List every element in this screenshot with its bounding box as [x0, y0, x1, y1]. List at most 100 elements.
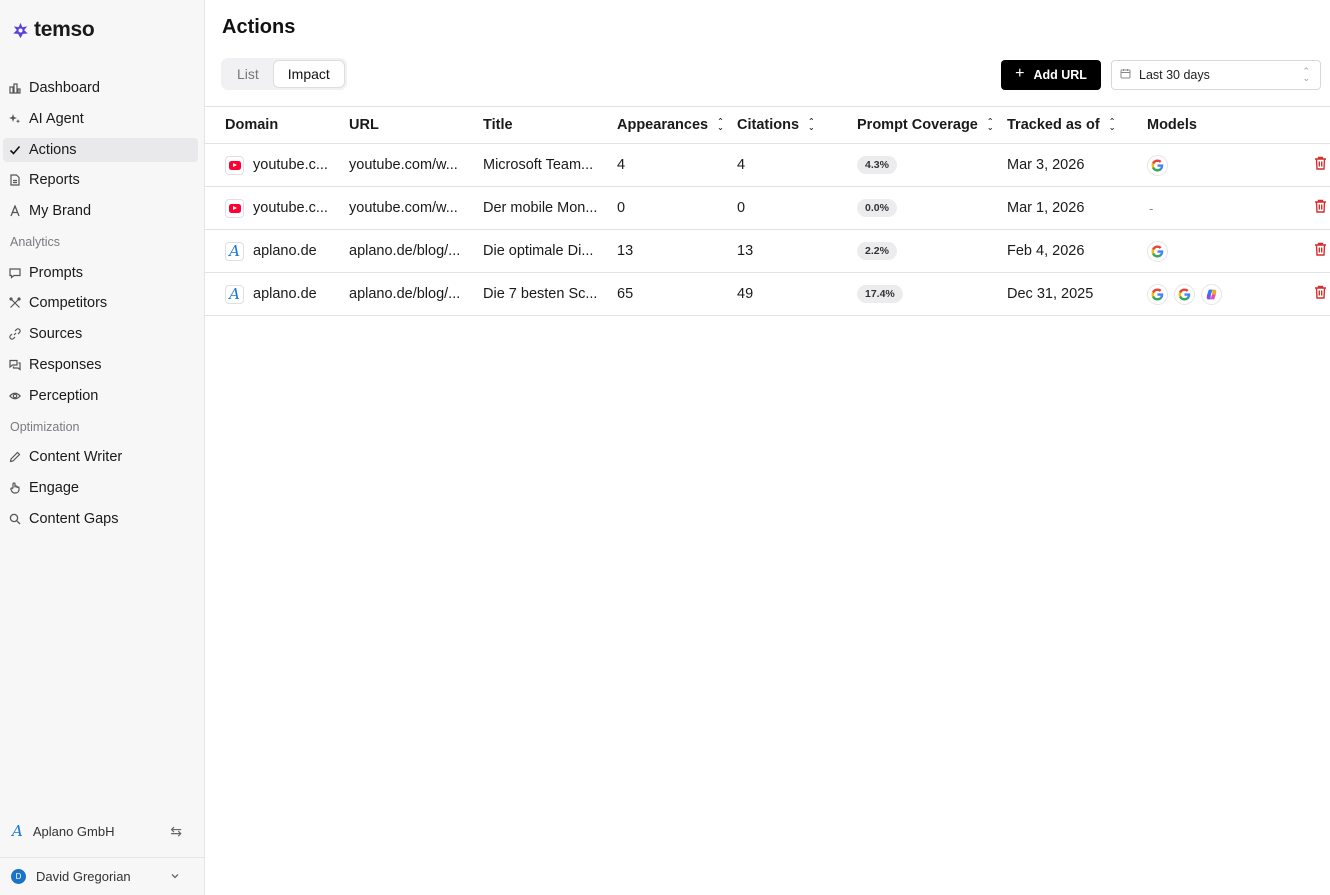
- brand-name: temso: [34, 18, 95, 41]
- column-header-citations[interactable]: Citations ⌃ ⌄: [737, 117, 857, 133]
- url-link[interactable]: youtube.com/w...: [349, 157, 458, 173]
- coverage-cell: 0.0%: [857, 199, 1007, 217]
- column-header-label: Tracked as of: [1007, 117, 1100, 133]
- tracked-cell: Dec 31, 2025: [1007, 286, 1094, 302]
- citations-cell: 0: [737, 200, 746, 216]
- sidebar-item-label: Reports: [29, 172, 80, 189]
- models-cell: [1147, 283, 1277, 305]
- trash-icon[interactable]: [1314, 285, 1327, 303]
- organization-name: Aplano GmbH: [32, 823, 115, 839]
- user-name: David Gregorian: [36, 869, 131, 884]
- sidebar-item-competitors[interactable]: Competitors: [3, 291, 198, 315]
- column-header-appearances[interactable]: Appearances ⌃ ⌄: [617, 117, 737, 133]
- actions-cell: [1277, 242, 1327, 260]
- column-header-tracked[interactable]: Tracked as of ⌃ ⌄: [1007, 117, 1147, 133]
- table-header-row: Domain URL Title Appearances ⌃ ⌄ Citation…: [205, 107, 1330, 144]
- coverage-badge: 17.4%: [857, 285, 903, 303]
- url-link[interactable]: youtube.com/w...: [349, 200, 458, 216]
- url-cell[interactable]: aplano.de/blog/...: [349, 286, 483, 302]
- add-url-button[interactable]: + Add URL: [1001, 60, 1101, 90]
- column-header-domain: Domain: [225, 117, 279, 133]
- sidebar-item-label: Responses: [29, 356, 102, 373]
- trash-icon[interactable]: [1314, 199, 1327, 217]
- date-range-select[interactable]: Last 30 days ⌃ ⌄: [1111, 60, 1321, 90]
- brand-logo[interactable]: temso: [12, 18, 95, 42]
- eye-icon: [9, 390, 21, 402]
- models-cell: -: [1147, 201, 1277, 216]
- avatar: D: [11, 869, 26, 884]
- title-cell: Der mobile Mon...: [483, 200, 617, 216]
- table-row[interactable]: youtube.c... youtube.com/w... Der mobile…: [205, 187, 1330, 230]
- date-range-value: Last 30 days: [1139, 68, 1210, 82]
- url-cell[interactable]: youtube.com/w...: [349, 157, 483, 173]
- appearances-cell: 4: [617, 157, 626, 173]
- sort-icon[interactable]: ⌃ ⌄: [717, 118, 724, 132]
- url-cell[interactable]: aplano.de/blog/...: [349, 243, 483, 259]
- sort-icon[interactable]: ⌃ ⌄: [987, 118, 994, 132]
- sidebar-item-dashboard[interactable]: Dashboard: [3, 76, 198, 100]
- plus-icon: +: [1015, 65, 1025, 82]
- organization-switcher[interactable]: A Aplano GmbH ⇆: [0, 812, 204, 850]
- table-row[interactable]: youtube.c... youtube.com/w... Microsoft …: [205, 144, 1330, 187]
- sidebar-item-label: Competitors: [29, 295, 108, 312]
- user-menu[interactable]: D David Gregorian: [0, 857, 204, 895]
- youtube-icon: [225, 155, 244, 175]
- sidebar-item-engage[interactable]: Engage: [3, 476, 198, 500]
- sidebar-item-sources[interactable]: Sources: [3, 322, 198, 346]
- sidebar-item-my-brand[interactable]: My Brand: [3, 199, 198, 223]
- sidebar-item-prompts[interactable]: Prompts: [3, 261, 198, 285]
- sidebar-item-label: Dashboard: [29, 80, 100, 96]
- actions-cell: [1277, 156, 1327, 174]
- actions-cell: [1277, 285, 1327, 303]
- models-cell: [1147, 154, 1277, 176]
- coverage-cell: 17.4%: [857, 285, 1007, 303]
- url-link[interactable]: aplano.de/blog/...: [349, 243, 460, 259]
- google-icon: [1147, 154, 1168, 176]
- column-header-prompt-coverage[interactable]: Prompt Coverage ⌃ ⌄: [857, 117, 1007, 133]
- sidebar-item-responses[interactable]: Responses: [3, 353, 198, 377]
- sidebar-item-actions[interactable]: Actions: [3, 137, 198, 162]
- actions-table: Domain URL Title Appearances ⌃ ⌄ Citation…: [205, 106, 1330, 316]
- tab-impact[interactable]: Impact: [272, 60, 345, 88]
- sidebar-item-label: Actions: [29, 141, 77, 158]
- google-icon: [1174, 283, 1195, 305]
- table-row[interactable]: A aplano.de aplano.de/blog/... Die optim…: [205, 230, 1330, 273]
- sidebar-item-reports[interactable]: Reports: [3, 168, 198, 192]
- title-cell: Microsoft Team...: [483, 157, 617, 173]
- url-cell[interactable]: youtube.com/w...: [349, 200, 483, 216]
- domain-text: aplano.de: [253, 243, 317, 259]
- report-icon: [9, 174, 21, 186]
- trash-icon[interactable]: [1314, 156, 1327, 174]
- domain-cell: youtube.c...: [205, 155, 349, 175]
- table-row[interactable]: A aplano.de aplano.de/blog/... Die 7 bes…: [205, 273, 1330, 316]
- sort-icon[interactable]: ⌃ ⌄: [1109, 118, 1116, 132]
- section-label-analytics: Analytics: [10, 234, 61, 249]
- citations-cell: 13: [737, 243, 754, 259]
- tracked-cell: Feb 4, 2026: [1007, 243, 1085, 259]
- trash-icon[interactable]: [1314, 242, 1327, 260]
- app-root: temso Dashboard AI Agent Actions Reports: [0, 0, 1330, 895]
- dashboard-icon: [9, 82, 21, 94]
- title-text: Die 7 besten Sc...: [483, 286, 598, 302]
- sidebar-item-content-gaps[interactable]: Content Gaps: [3, 507, 198, 531]
- sidebar-item-label: Prompts: [29, 264, 83, 281]
- appearances-cell: 0: [617, 200, 626, 216]
- sort-icon[interactable]: ⌃ ⌄: [808, 118, 815, 132]
- tab-list[interactable]: List: [223, 60, 273, 88]
- models-empty: -: [1149, 200, 1154, 216]
- domain-text: youtube.c...: [253, 157, 328, 173]
- coverage-cell: 4.3%: [857, 156, 1007, 174]
- sidebar-item-perception[interactable]: Perception: [3, 384, 198, 408]
- page-title: Actions: [222, 16, 296, 38]
- appearances-cell: 13: [617, 243, 634, 259]
- sidebar-item-content-writer[interactable]: Content Writer: [3, 445, 198, 469]
- switch-icon[interactable]: ⇆: [170, 823, 182, 840]
- url-link[interactable]: aplano.de/blog/...: [349, 286, 460, 302]
- domain-text: youtube.c...: [253, 200, 328, 216]
- sidebar-item-label: My Brand: [29, 203, 92, 220]
- coverage-badge: 4.3%: [857, 156, 897, 174]
- sidebar-item-label: Engage: [29, 479, 79, 496]
- sidebar-item-ai-agent[interactable]: AI Agent: [3, 107, 198, 131]
- add-url-label: Add URL: [1033, 68, 1087, 82]
- domain-cell: A aplano.de: [205, 241, 349, 261]
